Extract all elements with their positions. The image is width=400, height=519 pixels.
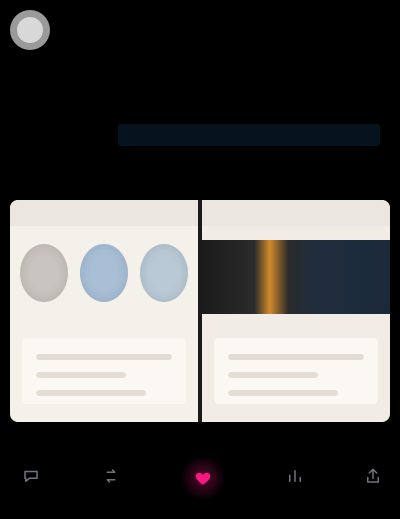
tweet-media[interactable] — [10, 200, 390, 422]
media-left-thumbnails — [20, 244, 188, 302]
media-left-top — [10, 200, 198, 226]
text-placeholder — [36, 354, 172, 360]
media-left-content — [22, 338, 186, 404]
reply-icon — [22, 467, 40, 485]
avatar-image — [17, 17, 43, 43]
media-right-top — [202, 200, 390, 226]
text-placeholder — [228, 354, 364, 360]
text-placeholder — [36, 372, 126, 378]
avatar[interactable] — [10, 10, 50, 50]
share-button[interactable] — [360, 466, 386, 486]
reply-button[interactable] — [18, 466, 44, 486]
thumbnail — [140, 244, 188, 302]
retweet-button[interactable] — [98, 466, 124, 486]
media-right-strip — [202, 240, 390, 314]
text-placeholder — [228, 390, 338, 396]
tweet-text — [24, 76, 384, 112]
share-icon — [364, 467, 382, 485]
text-placeholder — [36, 390, 146, 396]
like-button[interactable] — [178, 458, 228, 498]
views-icon — [286, 467, 304, 485]
media-panel-left[interactable] — [10, 200, 198, 422]
media-right-content — [214, 338, 378, 404]
tweet-actions — [0, 452, 400, 502]
heart-icon — [194, 469, 212, 487]
thumbnail — [80, 244, 128, 302]
retweet-icon — [102, 467, 120, 485]
tweet-link[interactable] — [118, 124, 380, 146]
views-button[interactable] — [282, 466, 308, 486]
text-placeholder — [228, 372, 318, 378]
user-handle[interactable] — [62, 20, 182, 40]
thumbnail — [20, 244, 68, 302]
tweet-header — [0, 0, 400, 66]
tweet-meta-label[interactable] — [14, 174, 102, 190]
media-panel-right[interactable] — [202, 200, 390, 422]
